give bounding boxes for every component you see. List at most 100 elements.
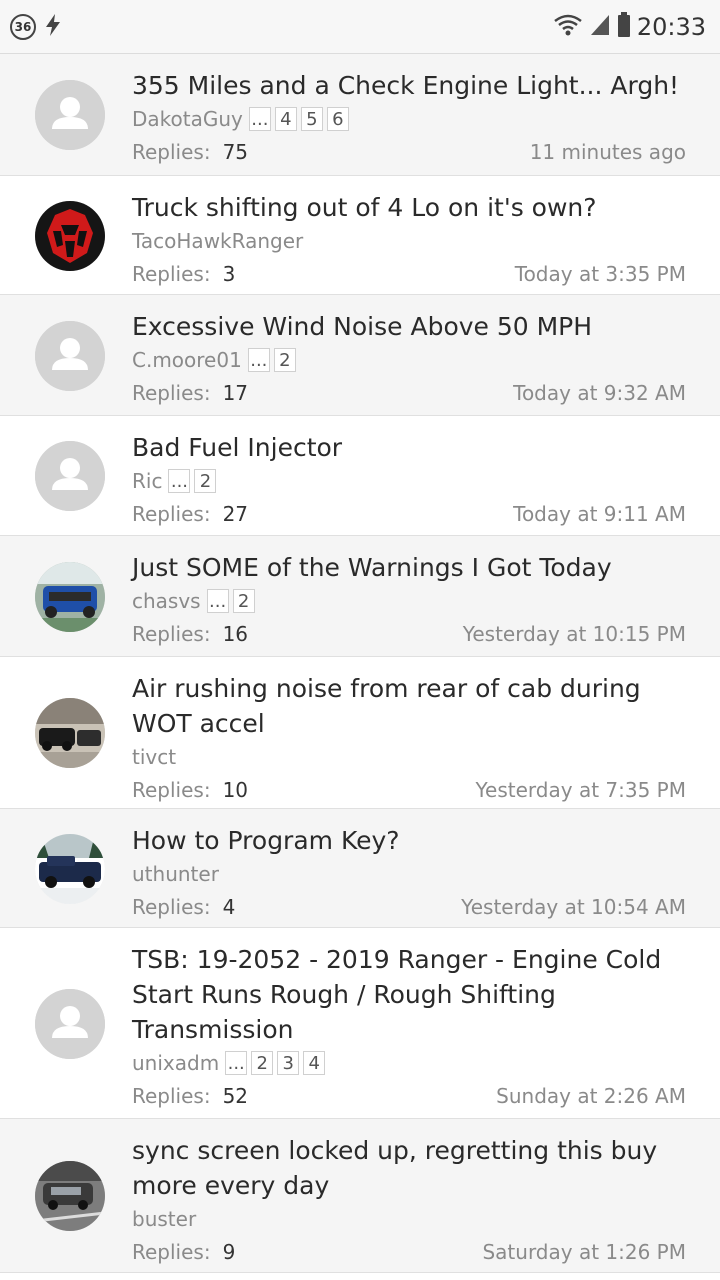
last-post-time[interactable]: Today at 3:35 PM bbox=[515, 262, 686, 286]
replies-count: 3 bbox=[222, 262, 236, 286]
replies-count: 75 bbox=[222, 140, 249, 164]
page-link[interactable]: 3 bbox=[277, 1051, 300, 1075]
thread-row[interactable]: Truck shifting out of 4 Lo on it's own? T… bbox=[0, 176, 720, 295]
meta-row: Replies: 9 Saturday at 1:26 PM bbox=[132, 1235, 686, 1269]
battery-icon bbox=[617, 11, 631, 42]
last-post-time[interactable]: Sunday at 2:26 AM bbox=[496, 1084, 686, 1108]
notification-count-icon: 36 bbox=[10, 13, 36, 40]
replies-info: Replies: 17 bbox=[132, 381, 248, 405]
default-avatar-icon[interactable] bbox=[35, 441, 105, 511]
meta-row: Replies: 10 Yesterday at 7:35 PM bbox=[132, 773, 686, 807]
thread-title[interactable]: Truck shifting out of 4 Lo on it's own? bbox=[132, 190, 686, 225]
meta-row: Replies: 4 Yesterday at 10:54 AM bbox=[132, 890, 686, 924]
replies-info: Replies: 10 bbox=[132, 778, 248, 802]
last-post-time[interactable]: Saturday at 1:26 PM bbox=[482, 1240, 686, 1264]
page-link[interactable]: 2 bbox=[251, 1051, 274, 1075]
replies-label: Replies: bbox=[132, 381, 211, 405]
thread-title[interactable]: Just SOME of the Warnings I Got Today bbox=[132, 550, 686, 585]
thread-title[interactable]: sync screen locked up, regretting this b… bbox=[132, 1133, 686, 1203]
replies-info: Replies: 16 bbox=[132, 622, 248, 646]
meta-row: Replies: 75 11 minutes ago bbox=[132, 135, 686, 169]
thread-author[interactable]: chasvs bbox=[132, 589, 201, 613]
thread-author[interactable]: DakotaGuy bbox=[132, 107, 243, 131]
thread-author[interactable]: TacoHawkRanger bbox=[132, 229, 303, 253]
thread-title[interactable]: How to Program Key? bbox=[132, 823, 686, 858]
thread-author[interactable]: tivct bbox=[132, 745, 176, 769]
replies-label: Replies: bbox=[132, 778, 211, 802]
avatar[interactable] bbox=[35, 201, 105, 271]
author-row: TacoHawkRanger bbox=[132, 225, 686, 257]
status-right: 20:33 bbox=[553, 11, 706, 42]
author-row: unixadm... 2 3 4 bbox=[132, 1047, 686, 1079]
author-row: chasvs... 2 bbox=[132, 585, 686, 617]
avatar[interactable] bbox=[35, 562, 105, 632]
page-link[interactable]: 2 bbox=[232, 589, 255, 613]
replies-count: 52 bbox=[222, 1084, 249, 1108]
replies-count: 10 bbox=[222, 778, 249, 802]
thread-title[interactable]: Bad Fuel Injector bbox=[132, 430, 686, 465]
page-link[interactable]: 2 bbox=[273, 348, 296, 372]
last-post-time[interactable]: Yesterday at 10:15 PM bbox=[463, 622, 686, 646]
thread-title[interactable]: 355 Miles and a Check Engine Light... Ar… bbox=[132, 68, 686, 103]
thread-row[interactable]: 355 Miles and a Check Engine Light... Ar… bbox=[0, 54, 720, 176]
last-post-time[interactable]: Today at 9:11 AM bbox=[513, 502, 686, 526]
last-post-time[interactable]: Today at 9:32 AM bbox=[513, 381, 686, 405]
thread-row[interactable]: Air rushing noise from rear of cab durin… bbox=[0, 657, 720, 809]
thread-title[interactable]: TSB: 19-2052 - 2019 Ranger - Engine Cold… bbox=[132, 942, 686, 1047]
status-bar: 36 20:33 bbox=[0, 0, 720, 54]
thread-row[interactable]: sync screen locked up, regretting this b… bbox=[0, 1119, 720, 1273]
default-avatar-icon[interactable] bbox=[35, 321, 105, 391]
replies-info: Replies: 9 bbox=[132, 1240, 235, 1264]
replies-info: Replies: 52 bbox=[132, 1084, 248, 1108]
thread-row[interactable]: How to Program Key? uthunter Replies: 4 Yest… bbox=[0, 809, 720, 928]
thread-author[interactable]: unixadm bbox=[132, 1051, 219, 1075]
replies-label: Replies: bbox=[132, 140, 211, 164]
replies-count: 27 bbox=[222, 502, 249, 526]
page-link[interactable]: 2 bbox=[194, 469, 217, 493]
avatar[interactable] bbox=[35, 834, 105, 904]
meta-row: Replies: 16 Yesterday at 10:15 PM bbox=[132, 617, 686, 651]
replies-info: Replies: 27 bbox=[132, 502, 248, 526]
lightning-icon bbox=[44, 13, 62, 41]
page-link[interactable]: 4 bbox=[274, 107, 297, 131]
page-ellipsis[interactable]: ... bbox=[206, 589, 229, 613]
page-ellipsis[interactable]: ... bbox=[225, 1051, 248, 1075]
meta-row: Replies: 3 Today at 3:35 PM bbox=[132, 257, 686, 291]
default-avatar-icon[interactable] bbox=[35, 989, 105, 1059]
default-avatar-icon[interactable] bbox=[35, 80, 105, 150]
last-post-time[interactable]: Yesterday at 10:54 AM bbox=[461, 895, 686, 919]
replies-label: Replies: bbox=[132, 895, 211, 919]
author-row: DakotaGuy... 4 5 6 bbox=[132, 103, 686, 135]
page-ellipsis[interactable]: ... bbox=[247, 348, 270, 372]
thread-author[interactable]: buster bbox=[132, 1207, 196, 1231]
thread-list: 355 Miles and a Check Engine Light... Ar… bbox=[0, 54, 720, 1273]
thread-row[interactable]: TSB: 19-2052 - 2019 Ranger - Engine Cold… bbox=[0, 928, 720, 1119]
avatar[interactable] bbox=[35, 1161, 105, 1231]
replies-label: Replies: bbox=[132, 1084, 211, 1108]
thread-row[interactable]: Just SOME of the Warnings I Got Today cha… bbox=[0, 536, 720, 657]
replies-info: Replies: 3 bbox=[132, 262, 235, 286]
thread-title[interactable]: Excessive Wind Noise Above 50 MPH bbox=[132, 309, 686, 344]
thread-row[interactable]: Bad Fuel Injector Ric... 2 Replies: 27 Today … bbox=[0, 416, 720, 536]
thread-author[interactable]: C.moore01 bbox=[132, 348, 242, 372]
page-link[interactable]: 4 bbox=[303, 1051, 326, 1075]
avatar[interactable] bbox=[35, 698, 105, 768]
thread-title[interactable]: Air rushing noise from rear of cab durin… bbox=[132, 671, 686, 741]
last-post-time[interactable]: 11 minutes ago bbox=[530, 140, 686, 164]
replies-count: 17 bbox=[222, 381, 249, 405]
thread-row[interactable]: Excessive Wind Noise Above 50 MPH C.moore… bbox=[0, 295, 720, 416]
author-row: Ric... 2 bbox=[132, 465, 686, 497]
page-link[interactable]: 5 bbox=[300, 107, 323, 131]
replies-info: Replies: 75 bbox=[132, 140, 248, 164]
last-post-time[interactable]: Yesterday at 7:35 PM bbox=[476, 778, 687, 802]
page-link[interactable]: 6 bbox=[326, 107, 349, 131]
page-ellipsis[interactable]: ... bbox=[248, 107, 271, 131]
replies-count: 4 bbox=[222, 895, 236, 919]
signal-icon bbox=[589, 13, 611, 41]
author-row: C.moore01... 2 bbox=[132, 344, 686, 376]
thread-author[interactable]: uthunter bbox=[132, 862, 219, 886]
replies-label: Replies: bbox=[132, 502, 211, 526]
thread-author[interactable]: Ric bbox=[132, 469, 162, 493]
page-ellipsis[interactable]: ... bbox=[168, 469, 191, 493]
replies-count: 9 bbox=[222, 1240, 236, 1264]
